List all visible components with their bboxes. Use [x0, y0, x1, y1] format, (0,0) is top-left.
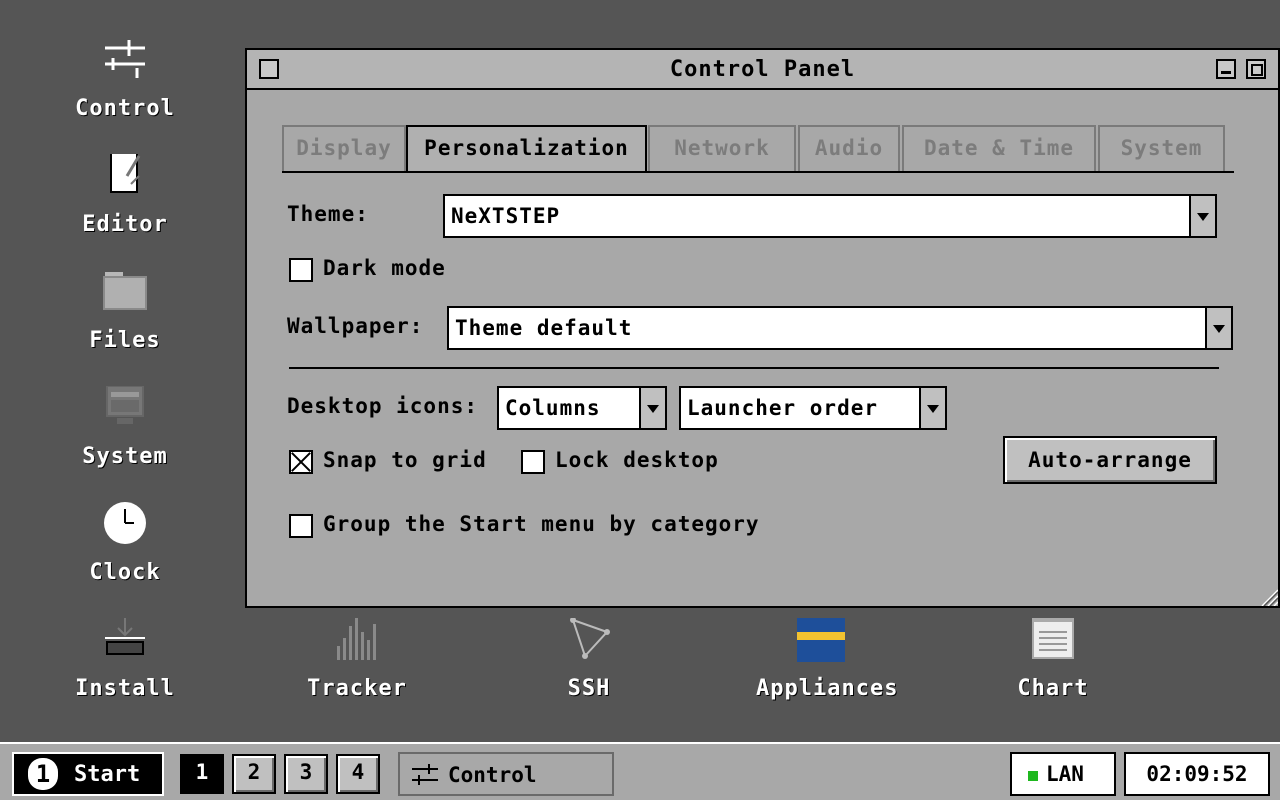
dark-mode-label: Dark mode	[323, 256, 446, 280]
section-divider	[289, 367, 1219, 369]
theme-label: Theme:	[287, 202, 369, 226]
wallpaper-select[interactable]: Theme default	[447, 306, 1233, 350]
control-panel-window: Control Panel Display Personalization Ne…	[245, 48, 1280, 608]
tab-display[interactable]: Display	[282, 125, 406, 171]
clock-icon	[104, 502, 146, 544]
desktop-icon-label: Install	[75, 676, 175, 701]
desktop-icon-label: SSH	[567, 676, 611, 701]
workspace-3-button[interactable]: 3	[284, 754, 328, 794]
resize-grip-icon[interactable]	[1256, 584, 1278, 606]
icons-order-value: Launcher order	[687, 396, 879, 420]
tab-personalization[interactable]: Personalization	[406, 125, 647, 171]
desktop-icon-label: Chart	[1017, 676, 1089, 701]
maximize-icon	[1251, 64, 1263, 76]
wallpaper-value: Theme default	[455, 316, 633, 340]
group-start-menu-label: Group the Start menu by category	[323, 512, 760, 536]
icons-layout-select[interactable]: Columns	[497, 386, 667, 430]
sliders-icon	[105, 40, 145, 78]
taskbar: 1 Start 1 2 3 4 Control LAN 02:09:52	[0, 742, 1280, 800]
sliders-icon	[412, 764, 438, 785]
desktop-icon-label: Tracker	[307, 676, 407, 701]
task-label: Control	[448, 763, 537, 787]
group-start-menu-checkbox[interactable]	[289, 514, 313, 538]
network-label: LAN	[1046, 762, 1084, 786]
icons-layout-value: Columns	[505, 396, 601, 420]
icons-order-select[interactable]: Launcher order	[679, 386, 947, 430]
title-bar[interactable]: Control Panel	[247, 50, 1278, 90]
start-logo-icon: 1	[28, 758, 58, 790]
start-label: Start	[74, 762, 141, 787]
document-edit-icon	[110, 154, 141, 193]
start-button[interactable]: 1 Start	[12, 752, 164, 796]
bar-graph-icon	[337, 618, 376, 660]
lock-desktop-checkbox[interactable]	[521, 450, 545, 474]
chevron-down-icon[interactable]	[639, 388, 665, 428]
chevron-down-icon[interactable]	[919, 388, 945, 428]
window-minimize-button[interactable]	[1216, 59, 1236, 79]
network-triangle-icon	[570, 618, 610, 659]
desktop-icon-label: Appliances	[756, 676, 899, 701]
workspace-1-button[interactable]: 1	[180, 754, 224, 794]
desktop-icons-label: Desktop icons:	[287, 394, 479, 418]
monitor-icon	[106, 386, 144, 424]
desktop-icon-label: Clock	[89, 560, 161, 585]
desktop-icon-label: System	[82, 444, 168, 469]
tab-audio[interactable]: Audio	[798, 125, 900, 171]
desktop-icon-label: Editor	[82, 212, 168, 237]
tab-date-time[interactable]: Date & Time	[902, 125, 1096, 171]
tab-network[interactable]: Network	[648, 125, 796, 171]
auto-arrange-button[interactable]: Auto-arrange	[1003, 436, 1217, 484]
theme-value: NeXTSTEP	[451, 204, 561, 228]
download-icon	[105, 618, 145, 655]
taskbar-clock[interactable]: 02:09:52	[1124, 752, 1270, 796]
task-control-button[interactable]: Control	[398, 752, 614, 796]
tab-divider	[282, 171, 1234, 173]
chevron-down-icon[interactable]	[1205, 308, 1231, 348]
wallpaper-label: Wallpaper:	[287, 314, 424, 338]
workspace-2-button[interactable]: 2	[232, 754, 276, 794]
window-title: Control Panel	[669, 57, 856, 82]
flag-icon	[797, 618, 845, 662]
chart-document-icon	[1032, 618, 1074, 659]
chevron-down-icon[interactable]	[1189, 196, 1215, 236]
network-status[interactable]: LAN	[1010, 752, 1116, 796]
tab-system[interactable]: System	[1098, 125, 1225, 171]
snap-to-grid-label: Snap to grid	[323, 448, 487, 472]
lock-desktop-label: Lock desktop	[555, 448, 719, 472]
folder-icon	[103, 272, 147, 310]
network-status-indicator	[1028, 771, 1038, 781]
window-maximize-button[interactable]	[1246, 59, 1266, 79]
minimize-icon	[1221, 71, 1231, 74]
dark-mode-checkbox[interactable]	[289, 258, 313, 282]
desktop-icon-label: Files	[89, 328, 161, 353]
theme-select[interactable]: NeXTSTEP	[443, 194, 1217, 238]
desktop-icon-label: Control	[75, 96, 175, 121]
snap-to-grid-checkbox[interactable]	[289, 450, 313, 474]
workspace-4-button[interactable]: 4	[336, 754, 380, 794]
